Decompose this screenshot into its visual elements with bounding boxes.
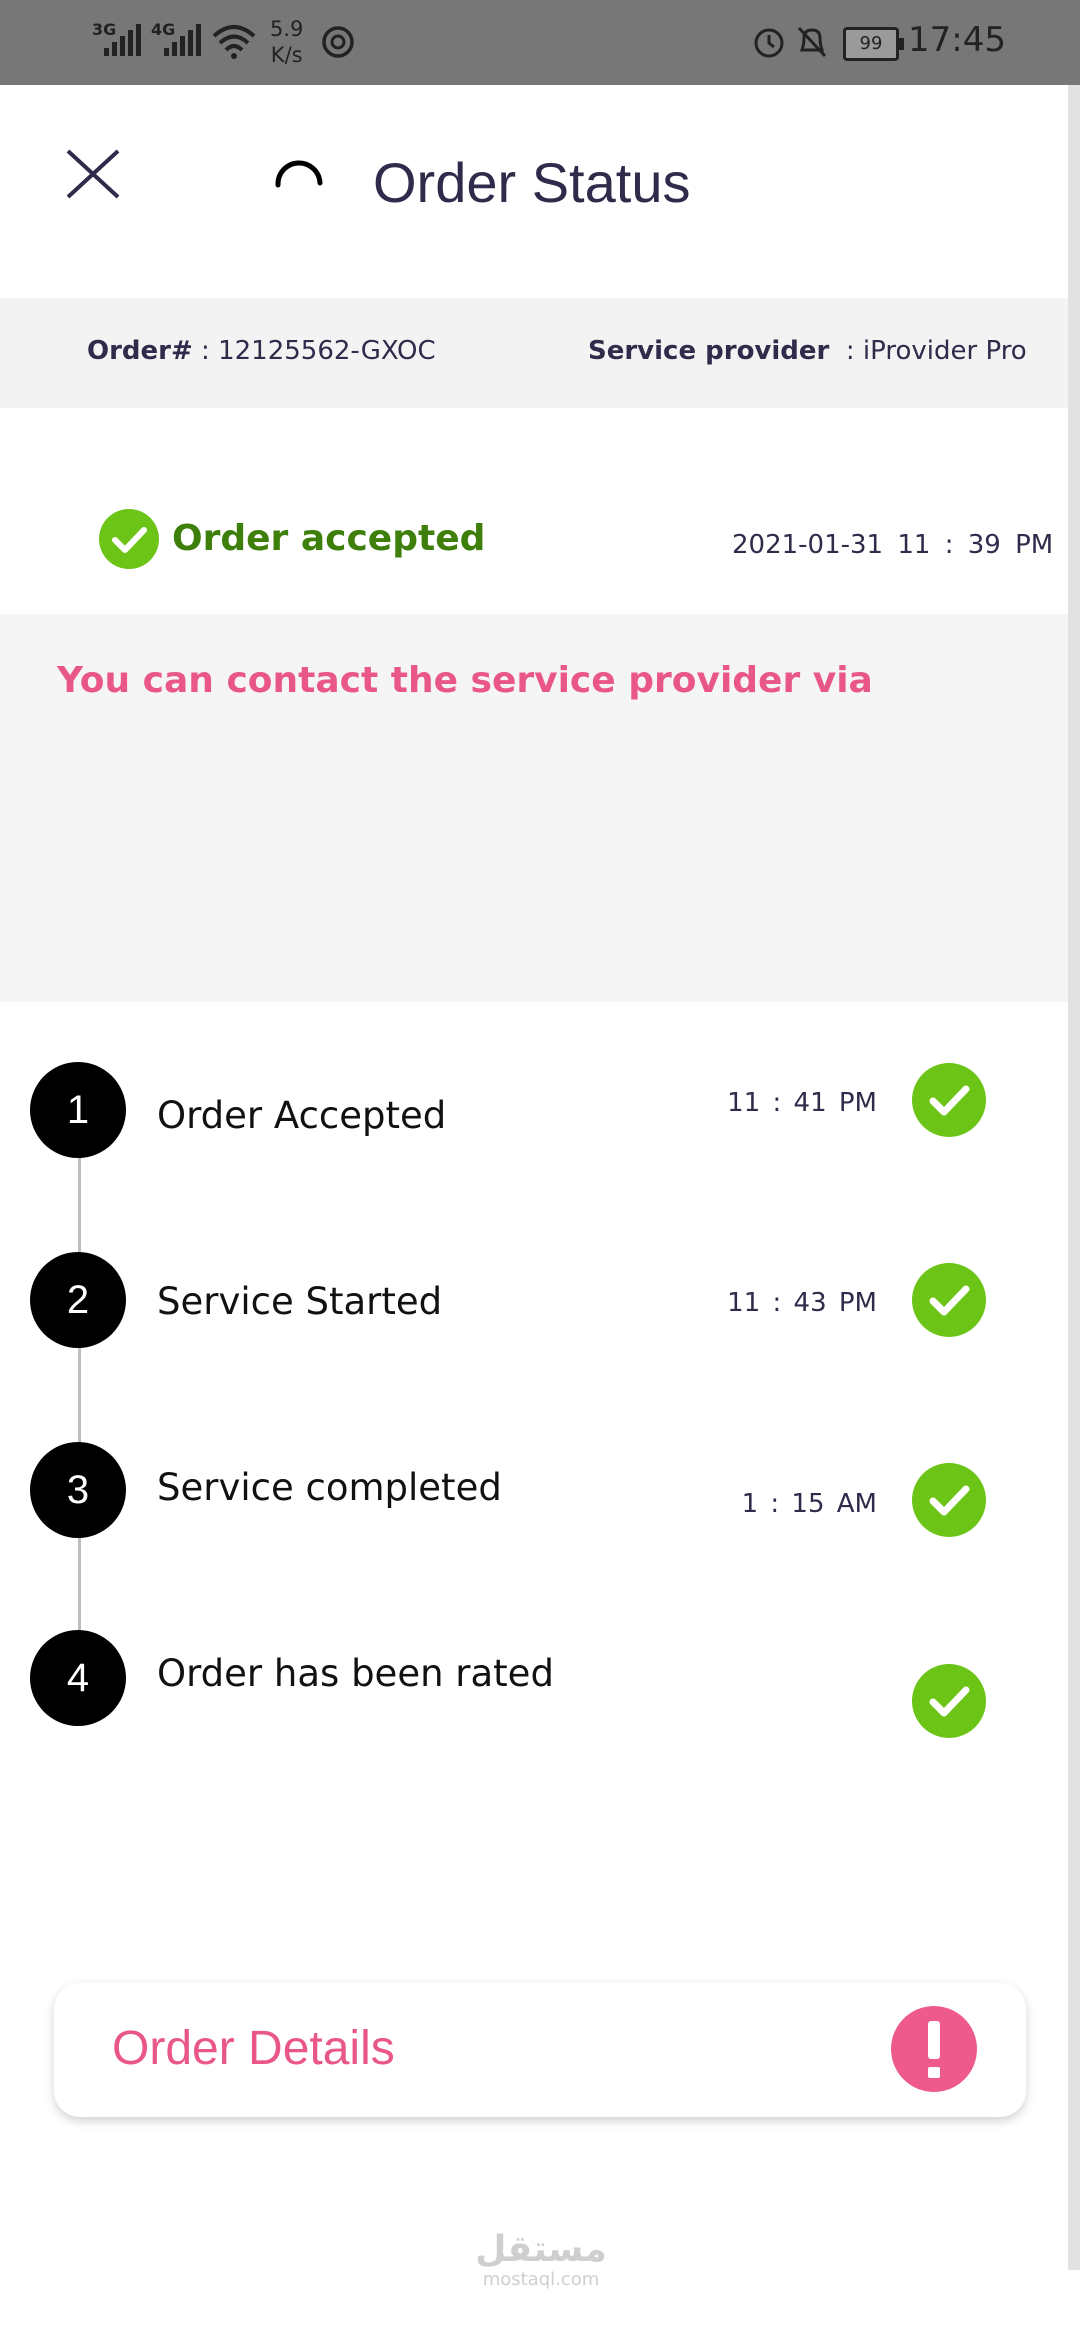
step-time: 11 : 43 PM (727, 1288, 877, 1318)
order-number: Order# : 12125562-GXOC (87, 336, 436, 366)
scroll-indicator[interactable] (1068, 85, 1080, 2270)
step-label: Service Started (157, 1280, 443, 1323)
network-speed: 5.9 K/s (270, 16, 303, 68)
alarm-icon (754, 28, 784, 58)
signal-icon (164, 24, 201, 56)
check-circle-icon (912, 1664, 986, 1738)
contact-provider-text: You can contact the service provider via (57, 660, 873, 701)
close-icon[interactable] (62, 145, 127, 205)
timeline-connector (78, 1346, 81, 1442)
check-circle-icon (99, 509, 159, 569)
step-label: Order has been rated (157, 1652, 554, 1695)
page-title: Order Status (373, 151, 691, 214)
step-label: Service completed (157, 1466, 502, 1509)
order-info-strip: Order# : 12125562-GXOC Service provider … (0, 298, 1068, 408)
check-circle-icon (912, 1463, 986, 1537)
speed-value: 5.9 (270, 17, 304, 41)
watermark-latin: mostaql.com (482, 2269, 600, 2290)
spinner-icon (275, 160, 323, 188)
timeline-connector (78, 1536, 81, 1632)
watermark: مستقل mostaql.com (474, 2230, 608, 2290)
service-provider-label: Service provider (588, 336, 830, 366)
step-time: 11 : 41 PM (727, 1088, 877, 1118)
signal-icon (104, 24, 141, 56)
step-number: 3 (30, 1442, 126, 1538)
step-time: 1 : 15 AM (741, 1489, 877, 1519)
order-details-button[interactable]: Order Details (54, 1983, 1026, 2117)
alert-icon (891, 2006, 977, 2092)
bell-muted-icon (797, 26, 827, 58)
battery-indicator: 99 (843, 27, 904, 61)
timeline-connector (78, 1156, 81, 1252)
order-details-label: Order Details (112, 2022, 395, 2075)
order-accepted-label: Order accepted (172, 518, 486, 559)
vpn-shield-icon (322, 26, 354, 58)
check-circle-icon (912, 1263, 986, 1337)
step-number: 1 (30, 1062, 126, 1158)
check-circle-icon (912, 1063, 986, 1137)
order-number-value: : 12125562-GXOC (201, 336, 436, 366)
order-accepted-date: 2021-01-31 11 : 39 PM (732, 530, 1054, 560)
wifi-icon (212, 25, 256, 59)
speed-unit: K/s (270, 43, 303, 67)
step-label: Order Accepted (157, 1094, 447, 1137)
order-number-label: Order# (87, 336, 193, 366)
status-bar: 3G 4G 5.9 K/s 99 17:45 (0, 0, 1080, 85)
step-number: 2 (30, 1252, 126, 1348)
service-provider: Service provider : iProvider Pro (588, 336, 1027, 366)
service-provider-value: : iProvider Pro (845, 336, 1027, 366)
clock: 17:45 (908, 20, 1006, 60)
watermark-arabic: مستقل (475, 2229, 607, 2270)
step-number: 4 (30, 1630, 126, 1726)
